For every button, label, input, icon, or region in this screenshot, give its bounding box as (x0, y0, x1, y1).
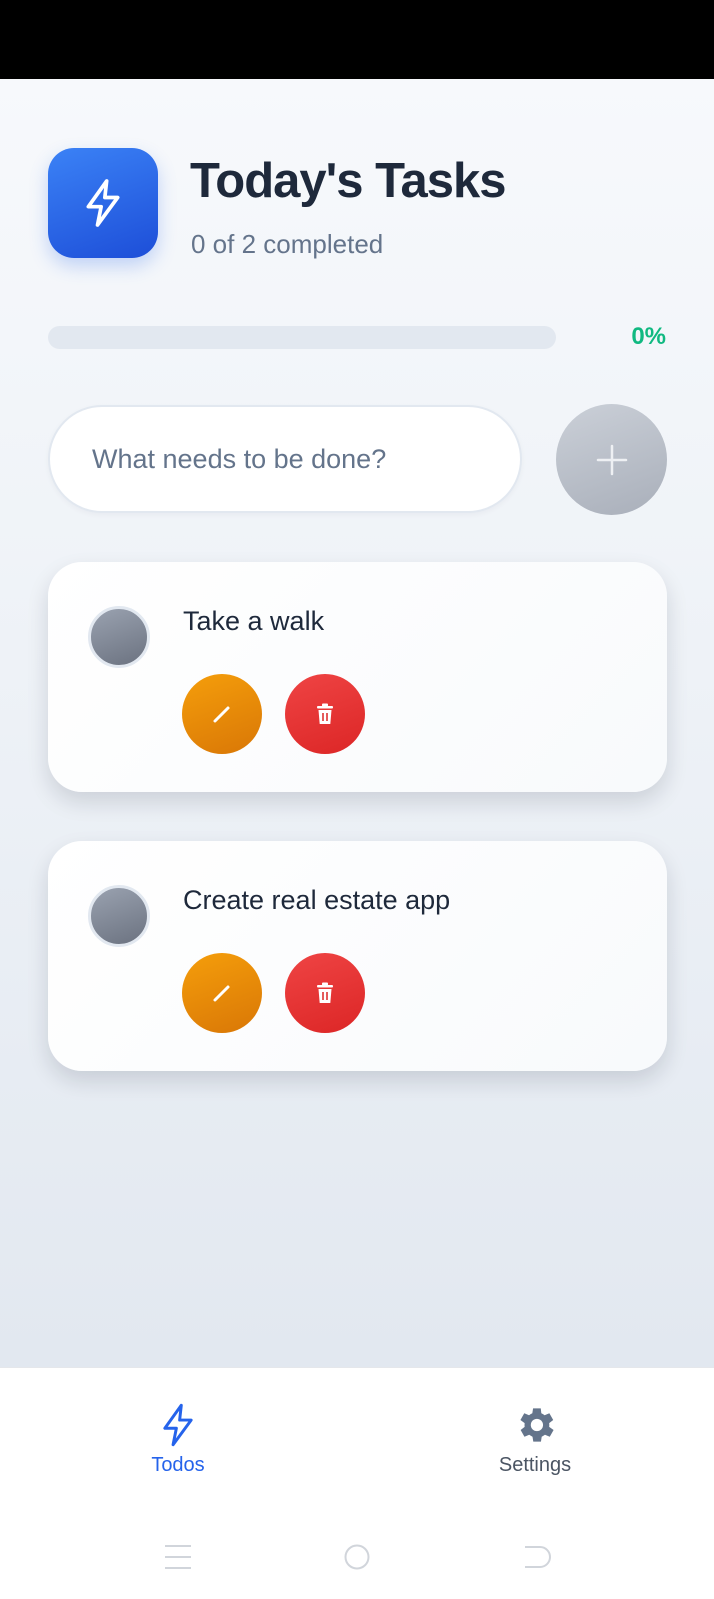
lightning-icon (163, 1403, 193, 1447)
new-todo-input[interactable] (92, 443, 520, 475)
new-todo-field[interactable] (48, 405, 522, 513)
page-title: Today's Tasks (190, 154, 506, 208)
todo-text: Create real estate app (183, 885, 451, 915)
gear-icon (520, 1408, 554, 1442)
complete-toggle[interactable] (88, 885, 150, 947)
tab-todos[interactable]: Todos (108, 1402, 248, 1477)
delete-button[interactable] (285, 674, 365, 754)
back-icon[interactable] (521, 1543, 551, 1571)
complete-toggle[interactable] (88, 606, 150, 668)
tab-settings-label: Settings (498, 1454, 572, 1476)
todo-text: Take a walk (183, 606, 325, 636)
bottom-tab-bar: Todos Settings (0, 1367, 714, 1599)
tab-settings[interactable]: Settings (465, 1402, 605, 1477)
todo-screen: Today's Tasks 0 of 2 completed 0% Take a… (0, 79, 714, 1367)
edit-button[interactable] (182, 674, 262, 754)
pencil-icon (213, 985, 230, 1002)
pencil-icon (213, 706, 230, 723)
edit-button[interactable] (182, 953, 262, 1033)
tab-todos-label: Todos (151, 1454, 205, 1476)
add-todo-button[interactable] (556, 404, 667, 515)
plus-icon (596, 444, 627, 475)
trash-icon (317, 703, 333, 724)
trash-icon (317, 982, 333, 1003)
recent-apps-icon[interactable] (163, 1543, 193, 1571)
progress-bar (48, 326, 556, 349)
lightning-icon (86, 179, 120, 227)
progress-percent: 0% (631, 323, 666, 350)
status-bar (0, 0, 714, 79)
todo-card: Take a walk (48, 562, 667, 792)
todo-card: Create real estate app (48, 841, 667, 1071)
home-icon[interactable] (343, 1543, 371, 1571)
completion-summary: 0 of 2 completed (191, 229, 384, 259)
app-logo (48, 148, 158, 258)
delete-button[interactable] (285, 953, 365, 1033)
